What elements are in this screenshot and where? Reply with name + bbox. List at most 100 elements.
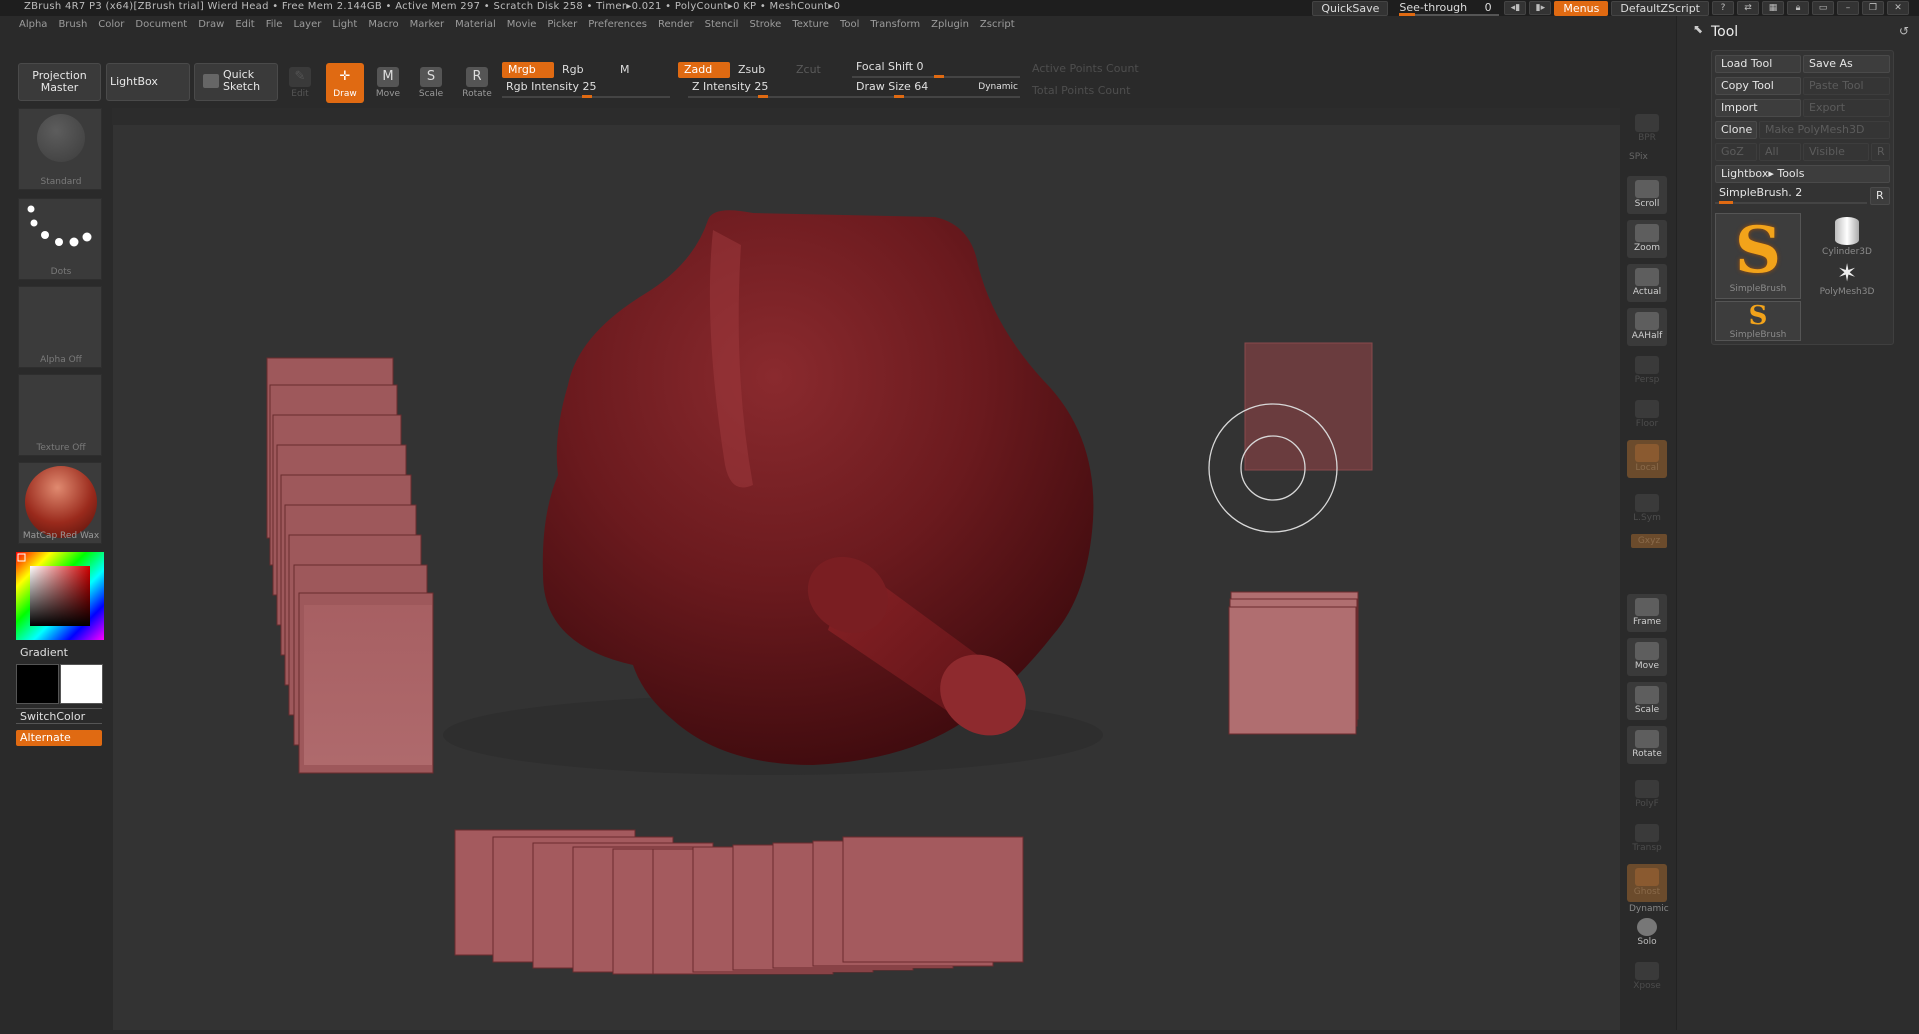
persp-button[interactable]: Persp: [1627, 352, 1667, 390]
minimize-icon[interactable]: –: [1837, 1, 1859, 15]
mrgb-button[interactable]: Mrgb: [502, 62, 554, 78]
tool-slot-polymesh3d[interactable]: ✶ PolyMesh3D: [1803, 257, 1891, 299]
tool-slot-simplebrush-large[interactable]: S SimpleBrush: [1715, 213, 1801, 299]
focal-shift-slider[interactable]: Focal Shift 0: [852, 60, 1020, 78]
document-canvas[interactable]: [112, 125, 1620, 1030]
goz-all-button[interactable]: All: [1759, 143, 1801, 161]
draw-size-slider[interactable]: Draw Size 64 Dynamic: [852, 80, 1020, 98]
zoom-button[interactable]: Zoom: [1627, 220, 1667, 258]
brush-thumbnail[interactable]: Standard: [18, 108, 102, 190]
transp-button[interactable]: Transp: [1627, 820, 1667, 858]
z-intensity-slider[interactable]: Z Intensity 25: [688, 80, 852, 98]
zsub-button[interactable]: Zsub: [732, 62, 784, 78]
tool-slot-simplebrush-small[interactable]: S SimpleBrush: [1715, 301, 1801, 341]
script-button[interactable]: DefaultZScript: [1611, 0, 1709, 16]
local-button[interactable]: Local: [1627, 440, 1667, 478]
lock-icon[interactable]: 🔒︎: [1787, 1, 1809, 15]
edit-mode-button[interactable]: ✎ Edit: [281, 63, 319, 103]
paste-tool-button[interactable]: Paste Tool: [1803, 77, 1890, 95]
switchcolor-button[interactable]: SwitchColor: [16, 708, 102, 724]
help-icon[interactable]: ?: [1712, 1, 1734, 15]
current-tool-knob[interactable]: [1719, 201, 1733, 204]
rgb-intensity-knob[interactable]: [582, 95, 592, 98]
layout-prev-icon[interactable]: ◂▮: [1504, 1, 1527, 15]
solo-button[interactable]: Solo: [1627, 914, 1667, 952]
menu-material[interactable]: Material: [455, 19, 496, 35]
menu-color[interactable]: Color: [98, 19, 124, 35]
floor-button[interactable]: Floor: [1627, 396, 1667, 434]
move-mode-button[interactable]: M Move: [369, 63, 407, 103]
import-button[interactable]: Import: [1715, 99, 1801, 117]
menu-brush[interactable]: Brush: [58, 19, 87, 35]
rgb-intensity-slider[interactable]: Rgb Intensity 25: [502, 80, 670, 98]
scale-view-button[interactable]: Scale: [1627, 682, 1667, 720]
goz-visible-button[interactable]: Visible: [1803, 143, 1869, 161]
menu-stencil[interactable]: Stencil: [705, 19, 739, 35]
material-thumbnail[interactable]: MatCap Red Wax: [18, 462, 102, 544]
rotate-view-button[interactable]: Rotate: [1627, 726, 1667, 764]
ghost-button[interactable]: Ghost: [1627, 864, 1667, 902]
draw-mode-button[interactable]: ✛ Draw: [326, 63, 364, 103]
lightbox-button[interactable]: LightBox: [106, 63, 190, 101]
goz-button[interactable]: GoZ: [1715, 143, 1757, 161]
menu-stroke[interactable]: Stroke: [749, 19, 781, 35]
lightbox-tools-button[interactable]: Lightbox▸ Tools: [1715, 165, 1890, 183]
gradient-label[interactable]: Gradient: [20, 646, 68, 659]
secondary-color-swatch[interactable]: [60, 664, 103, 704]
menu-preferences[interactable]: Preferences: [588, 19, 647, 35]
menu-layer[interactable]: Layer: [293, 19, 321, 35]
palette-reset-icon[interactable]: ↺: [1899, 24, 1909, 38]
menu-draw[interactable]: Draw: [198, 19, 224, 35]
main-color-swatch[interactable]: [16, 664, 59, 704]
menu-tool[interactable]: Tool: [840, 19, 859, 35]
ui-layout-icon[interactable]: ▦: [1762, 1, 1784, 15]
tool-r-button[interactable]: R: [1870, 187, 1890, 205]
quicksave-button[interactable]: QuickSave: [1312, 0, 1389, 16]
dynamic-toggle[interactable]: Dynamic: [978, 82, 1018, 92]
aahalf-button[interactable]: AAHalf: [1627, 308, 1667, 346]
zcut-button[interactable]: Zcut: [790, 62, 842, 78]
tool-slot-cylinder3d[interactable]: Cylinder3D: [1803, 213, 1891, 257]
lsym-button[interactable]: L.Sym: [1627, 490, 1667, 528]
save-as-button[interactable]: Save As: [1803, 55, 1890, 73]
zadd-button[interactable]: Zadd: [678, 62, 730, 78]
rotate-mode-button[interactable]: R Rotate: [458, 63, 496, 103]
menu-file[interactable]: File: [266, 19, 283, 35]
menu-movie[interactable]: Movie: [507, 19, 537, 35]
menu-render[interactable]: Render: [658, 19, 694, 35]
texture-thumbnail[interactable]: Texture Off: [18, 374, 102, 456]
menu-zscript[interactable]: Zscript: [980, 19, 1015, 35]
spix-label[interactable]: SPix: [1629, 152, 1648, 162]
xyz-button[interactable]: Gxyz: [1631, 534, 1667, 548]
current-tool-slider[interactable]: SimpleBrush. 2: [1715, 186, 1867, 204]
menu-picker[interactable]: Picker: [547, 19, 577, 35]
menu-marker[interactable]: Marker: [410, 19, 445, 35]
menu-transform[interactable]: Transform: [870, 19, 920, 35]
menu-light[interactable]: Light: [332, 19, 357, 35]
see-through-slider[interactable]: See-through 0: [1391, 1, 1501, 16]
goz-r-button[interactable]: R: [1871, 143, 1890, 161]
menu-zplugin[interactable]: Zplugin: [931, 19, 969, 35]
menu-macro[interactable]: Macro: [368, 19, 398, 35]
frame-button[interactable]: Frame: [1627, 594, 1667, 632]
copy-tool-button[interactable]: Copy Tool: [1715, 77, 1801, 95]
menus-button[interactable]: Menus: [1554, 0, 1609, 16]
quick-sketch-button[interactable]: Quick Sketch: [194, 63, 278, 101]
projection-master-button[interactable]: Projection Master: [18, 63, 101, 101]
menu-document[interactable]: Document: [135, 19, 187, 35]
load-tool-button[interactable]: Load Tool: [1715, 55, 1801, 73]
move-view-button[interactable]: Move: [1627, 638, 1667, 676]
tool-palette-title[interactable]: Tool: [1711, 24, 1738, 40]
export-button[interactable]: Export: [1803, 99, 1890, 117]
scroll-button[interactable]: Scroll: [1627, 176, 1667, 214]
m-button[interactable]: M: [614, 62, 654, 78]
alternate-button[interactable]: Alternate: [16, 730, 102, 746]
menu-alpha[interactable]: Alpha: [19, 19, 47, 35]
menu-texture[interactable]: Texture: [792, 19, 829, 35]
bpr-button[interactable]: BPR: [1627, 110, 1667, 148]
maximize-icon[interactable]: ❐: [1862, 1, 1884, 15]
xpose-button[interactable]: Xpose: [1627, 958, 1667, 996]
focal-shift-knob[interactable]: [934, 75, 944, 78]
ui-toggle-icon[interactable]: ▭: [1812, 1, 1834, 15]
stroke-thumbnail[interactable]: Dots: [18, 198, 102, 280]
